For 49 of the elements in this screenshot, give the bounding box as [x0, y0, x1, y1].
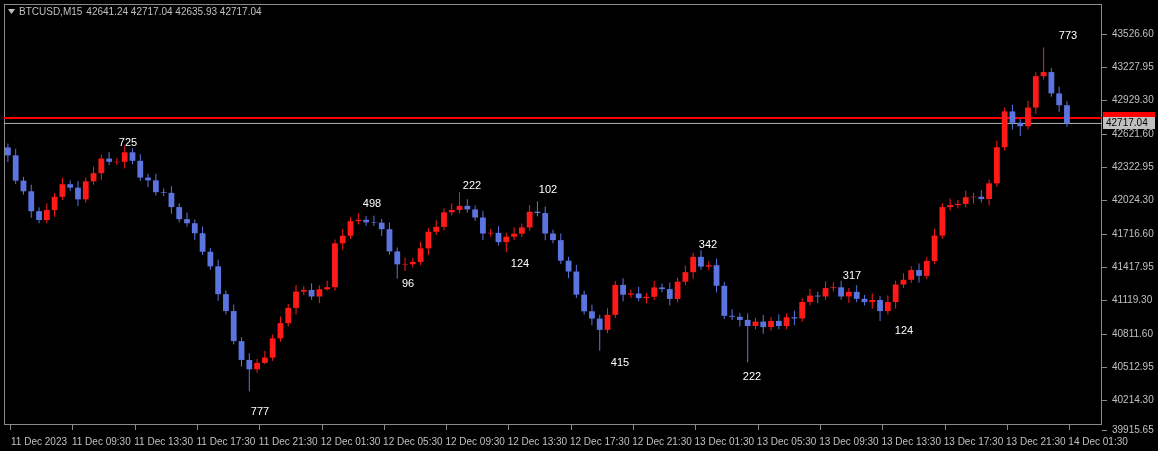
- swing-label: 342: [698, 238, 718, 250]
- swing-label: 498: [362, 197, 382, 209]
- price-axis-label: 40512.95: [1112, 362, 1154, 372]
- time-axis-label: 13 Dec 09:30: [819, 436, 879, 448]
- caret-icon[interactable]: [8, 9, 15, 14]
- time-axis-label: 11 Dec 09:30: [71, 436, 131, 448]
- swing-label: 415: [610, 356, 630, 368]
- price-axis-label: 42929.30: [1112, 95, 1154, 105]
- swing-label: 222: [742, 370, 762, 382]
- time-axis-label: 13 Dec 17:30: [943, 436, 1004, 448]
- current-price-tag: 42717.04: [1103, 117, 1155, 130]
- ohlc-values: 42641.24 42717.04 42635.93 42717.04: [86, 6, 262, 17]
- time-axis-label: 12 Dec 17:30: [569, 436, 630, 448]
- time-axis-label: 12 Dec 09:30: [445, 436, 505, 448]
- price-marker: [1103, 111, 1155, 117]
- swing-label: 96: [401, 277, 415, 289]
- swing-label: 317: [842, 269, 862, 281]
- swing-label: 124: [510, 257, 530, 269]
- price-axis-label: 42024.30: [1112, 195, 1154, 205]
- swing-label: 124: [894, 324, 914, 336]
- time-axis-label: 13 Dec 05:30: [756, 436, 817, 448]
- time-axis-label: 11 Dec 2023: [11, 436, 67, 448]
- time-axis-label: 12 Dec 01:30: [320, 436, 381, 448]
- time-axis-label: 12 Dec 21:30: [632, 436, 692, 448]
- price-axis-label: 41417.95: [1112, 262, 1154, 272]
- time-axis-label: 13 Dec 01:30: [694, 436, 755, 448]
- time-axis-label: 11 Dec 13:30: [134, 436, 193, 448]
- swing-label: 725: [118, 136, 138, 148]
- price-axis-label: 40811.60: [1112, 329, 1153, 339]
- swing-label: 773: [1058, 29, 1078, 41]
- price-axis-label: 42322.95: [1112, 162, 1154, 172]
- time-axis-label: 14 Dec 01:30: [1068, 436, 1128, 448]
- price-axis-label: 41716.60: [1112, 229, 1154, 239]
- time-axis-label: 12 Dec 13:30: [507, 436, 568, 448]
- swing-label: 102: [538, 183, 558, 195]
- time-axis-label: 13 Dec 21:30: [1006, 436, 1066, 448]
- price-axis-label: 39915.65: [1112, 425, 1154, 435]
- price-axis-label: 40214.30: [1112, 395, 1154, 405]
- price-axis-label: 43526.60: [1112, 29, 1154, 39]
- swing-label: 222: [462, 179, 482, 191]
- price-axis-label: 42621.60: [1112, 129, 1154, 139]
- time-axis-label: 11 Dec 17:30: [196, 436, 256, 448]
- price-axis-label: 41119.30: [1112, 295, 1153, 305]
- time-axis-label: 11 Dec 21:30: [258, 436, 318, 448]
- time-axis-label: 12 Dec 05:30: [383, 436, 443, 448]
- swing-label: 777: [250, 405, 270, 417]
- symbol-label: BTCUSD,M15: [19, 6, 83, 17]
- price-axis-label: 43227.95: [1112, 62, 1154, 72]
- time-axis-label: 13 Dec 13:30: [881, 436, 941, 448]
